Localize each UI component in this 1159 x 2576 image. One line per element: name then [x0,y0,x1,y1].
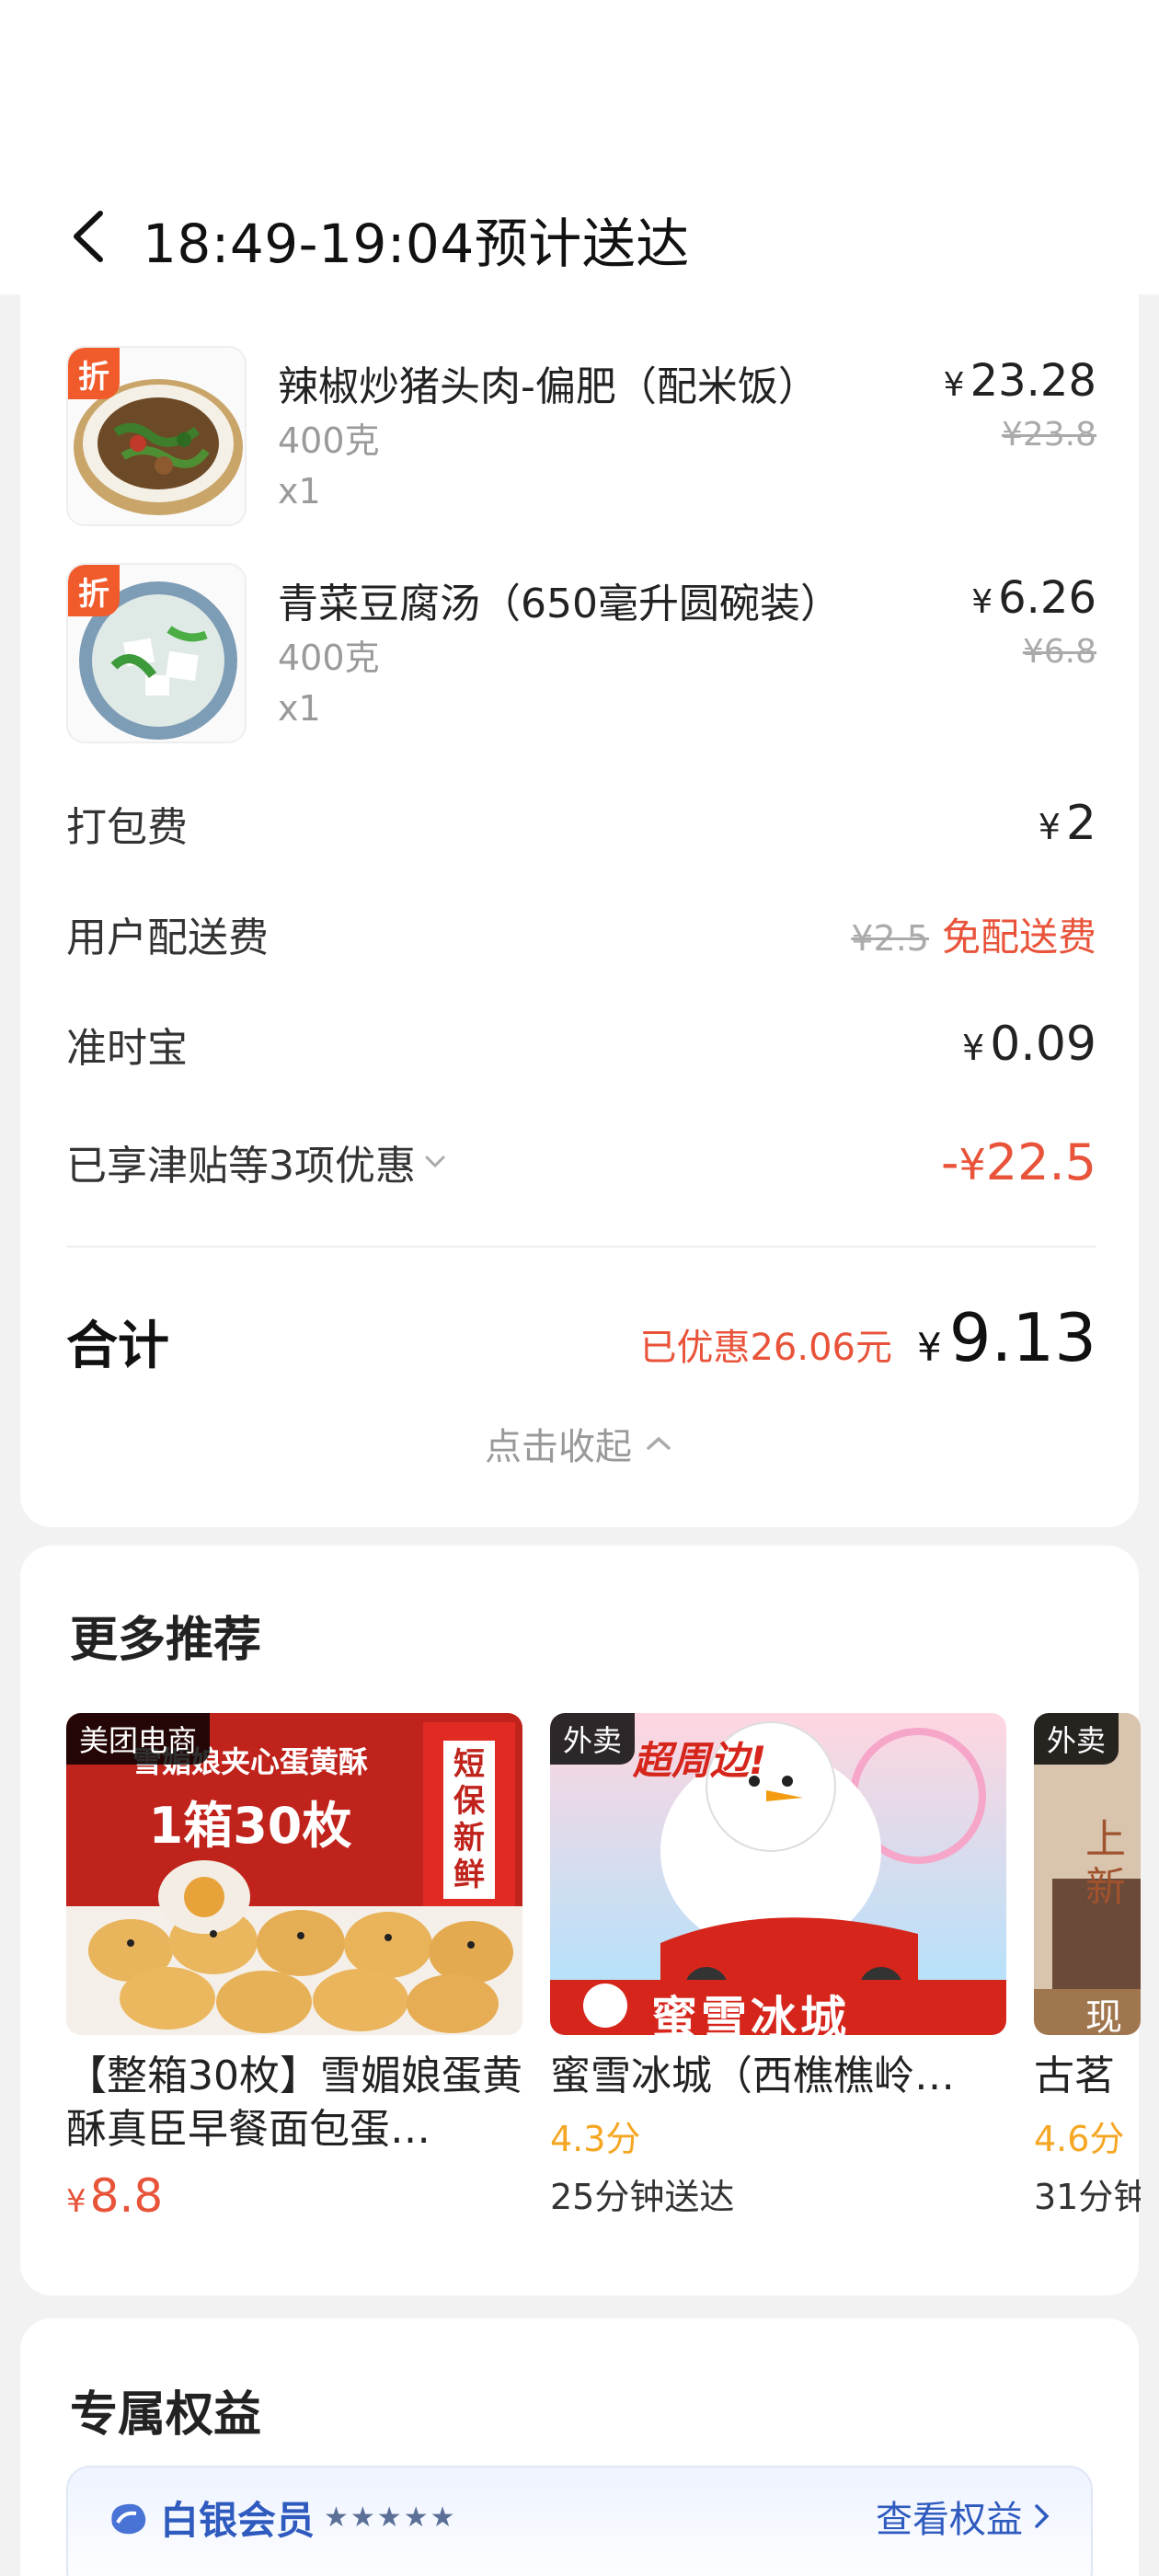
currency-symbol: ¥ [958,1139,986,1190]
image-text: 短保新鲜 [443,1741,495,1899]
item-name: 青菜豆腐汤（650毫升圆碗装） [278,581,841,627]
recommend-name: 【整箱30枚】雪媚娘蛋黄酥真臣早餐面包蛋… [66,2053,522,2153]
recommend-delivery-time: 25分钟送达 [550,2177,735,2217]
delivery-fee-original: ¥2.5 [851,917,929,959]
image-text: 超周边! [633,1738,767,1783]
view-benefits-link[interactable]: 查看权益 [876,2490,1054,2543]
recommend-price: ¥8.8 [66,2169,522,2223]
recommend-image: 外卖 上新 现 [1034,1713,1141,2035]
currency-symbol: ¥ [1038,807,1061,847]
total-amount-value: 9.13 [948,1299,1096,1376]
item-original-price: ¥6.8 [1022,633,1096,671]
discount-amount: 22.5 [985,1133,1096,1191]
total-label: 合计 [66,1317,169,1376]
minus-sign: - [940,1133,959,1191]
collapse-label: 点击收起 [485,1426,632,1468]
delivery-fee-value: ¥2.5 免配送费 [851,906,1096,962]
recommend-score: 4.3分 [550,2119,641,2159]
packing-fee-value: ¥2 [1039,796,1096,851]
price-value: 8.8 [89,2169,164,2223]
item-quantity: x1 [278,471,321,512]
discount-row[interactable]: 已享津贴等3项优惠 -¥22.5 [66,1130,1096,1194]
benefit-title: 专属权益 [70,2387,262,2443]
currency-symbol: ¥ [962,1028,985,1068]
order-item[interactable]: 折 青菜豆腐汤（650毫升圆碗装） 400克 x1 ¥6.26 ¥6.8 [66,563,1096,747]
source-badge: 美团电商 [66,1713,211,1765]
ontime-fee-amount: 0.09 [990,1017,1096,1072]
delivery-fee-row: 用户配送费 ¥2.5 免配送费 [66,902,1096,966]
item-quantity: x1 [278,688,321,729]
currency-symbol: ¥ [943,366,965,404]
currency-symbol: ¥ [66,2183,86,2220]
view-benefits-label: 查看权益 [876,2499,1023,2541]
source-badge: 外卖 [1034,1713,1119,1765]
recommend-item[interactable]: 外卖 超周边! 蜜雪冰城 蜜雪冰城（西樵樵岭… 4.3分 25分钟送达 [550,1713,1006,2219]
member-benefit-bar[interactable]: 白银会员 ★★★★★ 查看权益 [66,2466,1093,2576]
member-stars: ★★★★★ [324,2501,457,2534]
item-image: 折 [66,563,247,743]
recommend-score: 4.6分 [1034,2119,1125,2159]
ontime-fee-label: 准时宝 [66,1025,188,1072]
item-image: 折 [66,346,247,526]
recommend-item[interactable]: 外卖 上新 现 古茗（ 4.6分 31分钟 [1034,1713,1141,2219]
price-value: 23.28 [970,355,1096,407]
top-bar: 18:49-19:04预计送达 [0,0,1159,294]
member-info: 白银会员 ★★★★★ [105,2490,457,2546]
delivery-fee-label: 用户配送费 [66,914,269,961]
discount-label-group[interactable]: 已享津贴等3项优惠 [66,1133,447,1191]
price-value: 6.26 [998,572,1096,624]
chevron-right-icon [1035,2504,1050,2528]
page-title: 18:49-19:04预计送达 [143,213,690,275]
recommend-name: 古茗（ [1034,2053,1141,2099]
recommend-image: 美团电商 雪媚娘夹心蛋黄酥 1箱30枚 短保新鲜 [66,1713,522,2035]
source-badge: 外卖 [550,1713,636,1765]
recommend-title: 更多推荐 [70,1613,262,1668]
packing-fee-label: 打包费 [66,804,188,851]
chevron-down-icon [423,1153,447,1171]
order-item[interactable]: 折 辣椒炒猪头肉-偏肥（配米饭） 400克 x1 ¥23.28 ¥23.8 [66,346,1096,530]
collapse-button[interactable]: 点击收起 [0,1417,1159,1470]
free-delivery-label: 免配送费 [941,914,1096,960]
recommend-image: 外卖 超周边! 蜜雪冰城 [550,1713,1006,2035]
chevron-left-icon [74,211,103,262]
ontime-fee-value: ¥0.09 [962,1017,1096,1072]
item-price: ¥6.26 [971,572,1096,624]
discount-tag: 折 [68,565,120,616]
recommend-delivery-time: 31分钟 [1034,2177,1141,2217]
item-original-price: ¥23.8 [1001,416,1096,454]
ontime-fee-row: 准时宝 ¥0.09 [66,1012,1096,1076]
currency-symbol: ¥ [971,583,993,621]
packing-fee-row: 打包费 ¥2 [66,791,1096,856]
back-button[interactable] [64,204,110,269]
total-amount: ¥9.13 [917,1299,1096,1376]
member-badge-icon [111,2503,146,2534]
member-level: 白银会员 [160,2498,316,2543]
image-text: 蜜雪冰城 [651,1992,850,2035]
item-spec: 400克 [278,638,380,678]
image-text: 现 [1085,1996,1122,2035]
image-text: 上新 [1085,1816,1126,1911]
discount-tag: 折 [68,348,120,399]
image-text: 1箱30枚 [148,1797,352,1855]
item-spec: 400克 [278,420,380,461]
discount-label: 已享津贴等3项优惠 [66,1143,416,1190]
recommend-item[interactable]: 美团电商 雪媚娘夹心蛋黄酥 1箱30枚 短保新鲜 【整箱30枚】雪媚娘蛋黄酥真臣… [66,1713,522,2223]
currency-symbol: ¥ [916,1325,942,1370]
item-price: ¥23.28 [944,355,1096,407]
recommend-name: 蜜雪冰城（西樵樵岭… [550,2053,955,2099]
chevron-up-icon [647,1436,671,1450]
total-saved: 已优惠26.06元 [639,1327,892,1369]
divider [66,1246,1096,1248]
discount-value: -¥22.5 [941,1133,1096,1191]
packing-fee-amount: 2 [1065,796,1096,851]
item-name: 辣椒炒猪头肉-偏肥（配米饭） [278,363,819,410]
